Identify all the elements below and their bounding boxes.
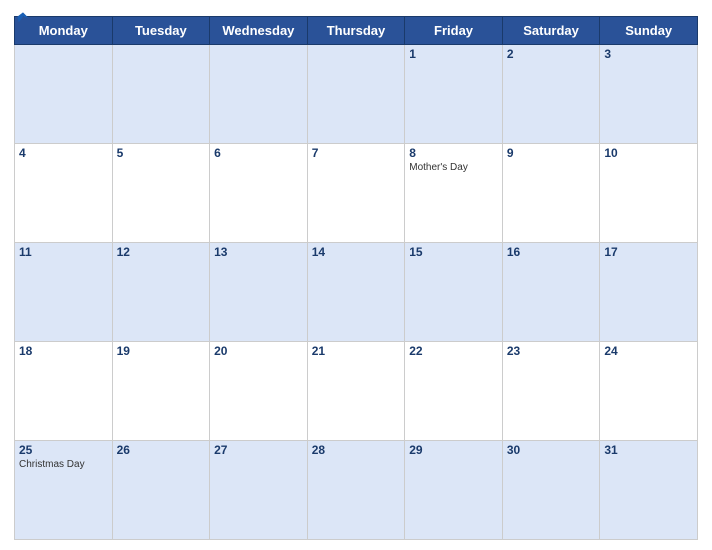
calendar-cell: 30: [502, 441, 600, 540]
calendar-cell: 5: [112, 144, 210, 243]
calendar-table: MondayTuesdayWednesdayThursdayFridaySatu…: [14, 16, 698, 540]
calendar-cell: 21: [307, 342, 405, 441]
calendar-cell: 15: [405, 243, 503, 342]
day-number: 18: [19, 344, 108, 358]
day-number: 12: [117, 245, 206, 259]
calendar-cell: 24: [600, 342, 698, 441]
calendar-cell: 10: [600, 144, 698, 243]
day-number: 28: [312, 443, 401, 457]
week-row-4: 18 19 20 21 22 23 24: [15, 342, 698, 441]
calendar-cell: 6: [210, 144, 308, 243]
day-number: 7: [312, 146, 401, 160]
calendar-cell: 20: [210, 342, 308, 441]
day-number: 25: [19, 443, 108, 457]
logo-bird-icon: [16, 11, 30, 25]
logo: [14, 10, 30, 25]
day-number: 9: [507, 146, 596, 160]
day-number: 23: [507, 344, 596, 358]
calendar-cell: 9: [502, 144, 600, 243]
calendar-cell: 11: [15, 243, 113, 342]
day-number: 20: [214, 344, 303, 358]
calendar-cell: 17: [600, 243, 698, 342]
day-header-saturday: Saturday: [502, 17, 600, 45]
calendar-cell: [15, 45, 113, 144]
day-event-label: Christmas Day: [19, 459, 108, 470]
calendar-cell: 16: [502, 243, 600, 342]
day-number: 13: [214, 245, 303, 259]
day-header-thursday: Thursday: [307, 17, 405, 45]
day-number: 4: [19, 146, 108, 160]
week-row-1: 123: [15, 45, 698, 144]
calendar-cell: 23: [502, 342, 600, 441]
calendar-cell: 18: [15, 342, 113, 441]
day-number: 2: [507, 47, 596, 61]
logo-blue-text: [14, 10, 30, 25]
day-number: 14: [312, 245, 401, 259]
calendar-cell: 7: [307, 144, 405, 243]
day-number: 11: [19, 245, 108, 259]
day-number: 10: [604, 146, 693, 160]
calendar-cell: [307, 45, 405, 144]
day-number: 8: [409, 146, 498, 160]
calendar-cell: 31: [600, 441, 698, 540]
day-number: 24: [604, 344, 693, 358]
day-number: 27: [214, 443, 303, 457]
calendar-cell: 28: [307, 441, 405, 540]
calendar-cell: 12: [112, 243, 210, 342]
calendar-cell: 13: [210, 243, 308, 342]
calendar-cell: 2: [502, 45, 600, 144]
calendar-cell: 27: [210, 441, 308, 540]
day-number: 3: [604, 47, 693, 61]
calendar-cell: 4: [15, 144, 113, 243]
day-header-sunday: Sunday: [600, 17, 698, 45]
calendar-cell: 3: [600, 45, 698, 144]
calendar-cell: [210, 45, 308, 144]
day-number: 29: [409, 443, 498, 457]
calendar-cell: 19: [112, 342, 210, 441]
day-number: 31: [604, 443, 693, 457]
week-row-5: 25 Christmas Day 26 27 28 29 30 31: [15, 441, 698, 540]
day-number: 5: [117, 146, 206, 160]
calendar-cell: 1: [405, 45, 503, 144]
calendar-cell: 29: [405, 441, 503, 540]
day-number: 16: [507, 245, 596, 259]
calendar-cell: 26: [112, 441, 210, 540]
calendar-cell: 8 Mother's Day: [405, 144, 503, 243]
calendar-cell: 25 Christmas Day: [15, 441, 113, 540]
day-number: 1: [409, 47, 498, 61]
week-row-3: 11 12 13 14 15 16 17: [15, 243, 698, 342]
day-number: 30: [507, 443, 596, 457]
calendar-cell: 14: [307, 243, 405, 342]
calendar-cell: [112, 45, 210, 144]
day-number: 22: [409, 344, 498, 358]
day-number: 21: [312, 344, 401, 358]
calendar-cell: 22: [405, 342, 503, 441]
day-number: 15: [409, 245, 498, 259]
week-row-2: 45678 Mother's Day 9 10: [15, 144, 698, 243]
days-header-row: MondayTuesdayWednesdayThursdayFridaySatu…: [15, 17, 698, 45]
day-number: 17: [604, 245, 693, 259]
day-header-friday: Friday: [405, 17, 503, 45]
day-event-label: Mother's Day: [409, 162, 498, 173]
day-number: 19: [117, 344, 206, 358]
day-number: 6: [214, 146, 303, 160]
day-header-tuesday: Tuesday: [112, 17, 210, 45]
day-number: 26: [117, 443, 206, 457]
day-header-wednesday: Wednesday: [210, 17, 308, 45]
